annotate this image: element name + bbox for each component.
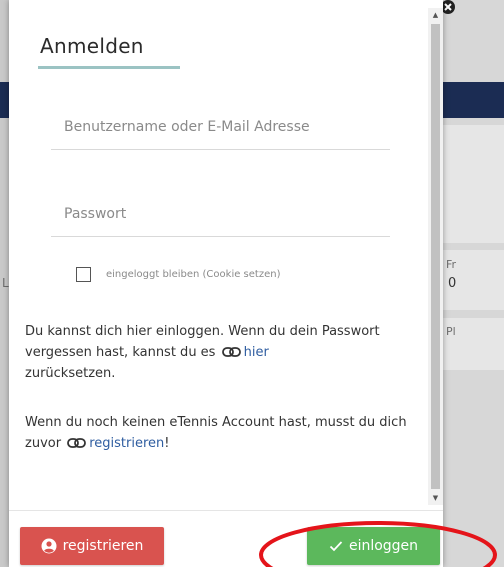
link-icon	[221, 347, 241, 357]
remember-me-checkbox[interactable]	[76, 267, 91, 282]
forgot-password-info: Du kannst dich hier einloggen. Wenn du d…	[25, 321, 423, 384]
background-text-l: L	[2, 276, 9, 290]
remember-me-label: eingeloggt bleiben (Cookie setzen)	[106, 269, 281, 280]
modal-scrollbar[interactable]: ▲ ▼	[428, 8, 443, 505]
info-text-after: zurücksetzen.	[25, 366, 116, 381]
modal-title: Anmelden	[40, 34, 144, 58]
login-modal: Anmelden eingeloggt bleiben (Cookie setz…	[9, 0, 443, 567]
background-text-fr: Fr	[446, 258, 457, 271]
title-underline	[38, 66, 180, 69]
scroll-up-icon[interactable]: ▲	[428, 8, 443, 22]
username-input[interactable]	[51, 104, 390, 150]
password-input[interactable]	[51, 191, 390, 237]
reset-password-link[interactable]: hier	[244, 345, 269, 360]
scroll-down-icon[interactable]: ▼	[428, 491, 443, 505]
screen: Fr 0 Pl L Anmelden eingeloggt bleiben (C…	[0, 0, 504, 567]
login-button[interactable]: einloggen	[307, 527, 440, 565]
checkmark-icon	[329, 540, 343, 552]
background-navbar-right	[443, 82, 504, 118]
register-info: Wenn du noch keinen eTennis Account hast…	[25, 412, 423, 454]
background-text-pl: Pl	[446, 325, 456, 338]
user-circle-icon	[41, 538, 57, 554]
link-icon	[67, 438, 87, 448]
modal-footer: registrieren einloggen	[9, 510, 443, 567]
info-text-after: !	[164, 436, 170, 451]
remember-me-row[interactable]: eingeloggt bleiben (Cookie setzen)	[76, 267, 280, 282]
background-text-digit: 0	[448, 276, 457, 291]
info-text: Du kannst dich hier einloggen. Wenn du d…	[25, 324, 380, 360]
register-link[interactable]: registrieren	[89, 436, 164, 451]
login-button-label: einloggen	[348, 538, 419, 554]
register-button[interactable]: registrieren	[20, 527, 164, 565]
background-block	[443, 125, 504, 243]
scroll-thumb[interactable]	[431, 24, 440, 489]
register-button-label: registrieren	[62, 538, 144, 554]
